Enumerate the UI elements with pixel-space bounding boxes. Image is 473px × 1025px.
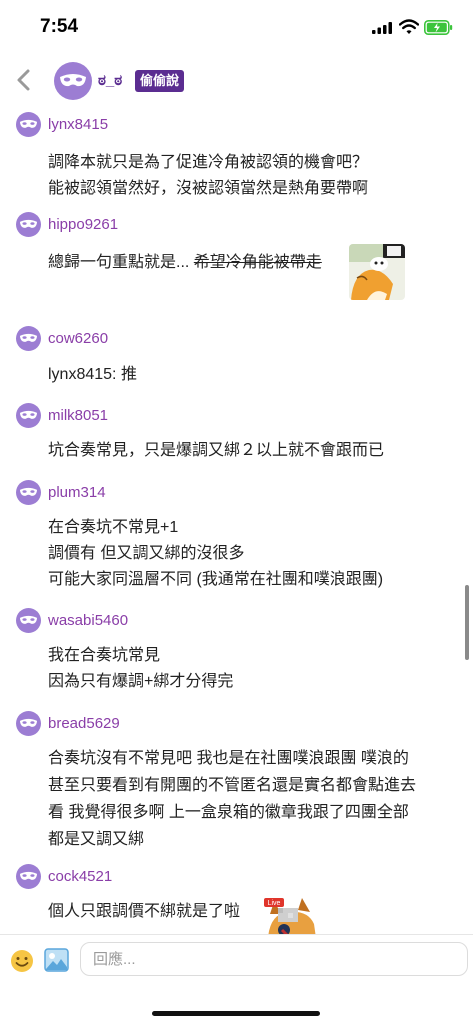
reply-input[interactable] [80, 942, 468, 976]
mask-icon [19, 219, 38, 228]
mask-icon [19, 119, 38, 128]
commenter-name[interactable]: milk8051 [48, 407, 108, 424]
comment-text: 調降本就只是為了促進冷角被認領的機會吧？ [48, 154, 369, 171]
comment-text-strikethrough: 希望冷角能被帶走 [193, 254, 322, 271]
comment-text: 總歸一句重點就是... 希望冷角能被帶走 [48, 248, 322, 272]
battery-icon [424, 20, 453, 35]
comment-text: lynx8415: 推 [48, 366, 137, 383]
comment-list: lynx8415 調降本就只是為了促進冷角被認領的機會吧？ 能被認領當然好，沒被… [0, 108, 473, 936]
image-icon[interactable] [44, 948, 69, 972]
author-name[interactable]: ಠ_ಠ [98, 72, 122, 89]
comment-text: 可能大家同溫層不同 (我通常在社團和噗浪跟團) [48, 571, 384, 588]
mask-icon [19, 871, 38, 880]
comment-text: 能被認領當然好，沒被認領當然是熱角要帶啊 [48, 180, 369, 197]
reply-bar [0, 934, 473, 1025]
post-header: ಠ_ಠ 偷偷說 [0, 58, 473, 106]
mask-icon [19, 615, 38, 624]
comment-text: 甚至只要看到有開團的不管匿名還是實名都會點進去 [48, 777, 417, 794]
commenter-name[interactable]: cow6260 [48, 330, 108, 347]
commenter-name[interactable]: lynx8415 [48, 116, 108, 133]
mask-icon [19, 410, 38, 419]
comment-text: 調價有 但又調又綁的沒很多 [48, 545, 245, 562]
comment-text: 我在合奏坑常見 [48, 647, 161, 664]
commenter-avatar[interactable] [16, 403, 41, 428]
status-bar: 7:54 [0, 0, 473, 54]
commenter-avatar[interactable] [16, 212, 41, 237]
live-badge: Live [268, 900, 281, 907]
commenter-avatar[interactable] [16, 480, 41, 505]
mask-icon [19, 487, 38, 496]
comment-text: 坑合奏常見，只是爆調又綁２以上就不會跟而已 [48, 442, 385, 459]
mask-icon [19, 333, 38, 342]
commenter-avatar[interactable] [16, 864, 41, 889]
comment-text: 個人只跟調價不綁就是了啦 [48, 903, 241, 920]
signal-icon [372, 22, 392, 34]
wifi-icon [399, 19, 419, 34]
commenter-name[interactable]: wasabi5460 [48, 612, 128, 629]
comment-text-plain: 總歸一句重點就是... [48, 254, 194, 271]
sticker-image: Live [264, 898, 316, 936]
commenter-name[interactable]: bread5629 [48, 715, 120, 732]
comment-text: 合奏坑沒有不常見吧 我也是在社團噗浪跟團 噗浪的 [48, 750, 409, 767]
comment-text: 在合奏坑不常見+1 [48, 519, 179, 536]
comment-text: 看 我覺得很多啊 上一盒泉箱的徽章我跟了四團全部 [48, 804, 409, 821]
anonymous-badge: 偷偷說 [135, 70, 185, 92]
commenter-avatar[interactable] [16, 112, 41, 137]
comment-text: 都是又調又綁 [48, 831, 145, 848]
mask-icon [19, 718, 38, 727]
back-chevron-icon[interactable] [14, 68, 34, 92]
status-time: 7:54 [40, 16, 79, 37]
mask-icon [60, 74, 86, 87]
comment-text: 因為只有爆調+綁才分得完 [48, 673, 234, 690]
sticker-image [349, 244, 405, 300]
emoji-icon[interactable] [10, 949, 34, 973]
commenter-name[interactable]: hippo9261 [48, 216, 118, 233]
scrollbar-thumb[interactable] [465, 585, 469, 660]
commenter-name[interactable]: cock4521 [48, 868, 112, 885]
commenter-avatar[interactable] [16, 711, 41, 736]
author-avatar[interactable] [54, 62, 92, 100]
commenter-name[interactable]: plum314 [48, 484, 106, 501]
commenter-avatar[interactable] [16, 608, 41, 633]
home-indicator [152, 1011, 320, 1016]
commenter-avatar[interactable] [16, 326, 41, 351]
